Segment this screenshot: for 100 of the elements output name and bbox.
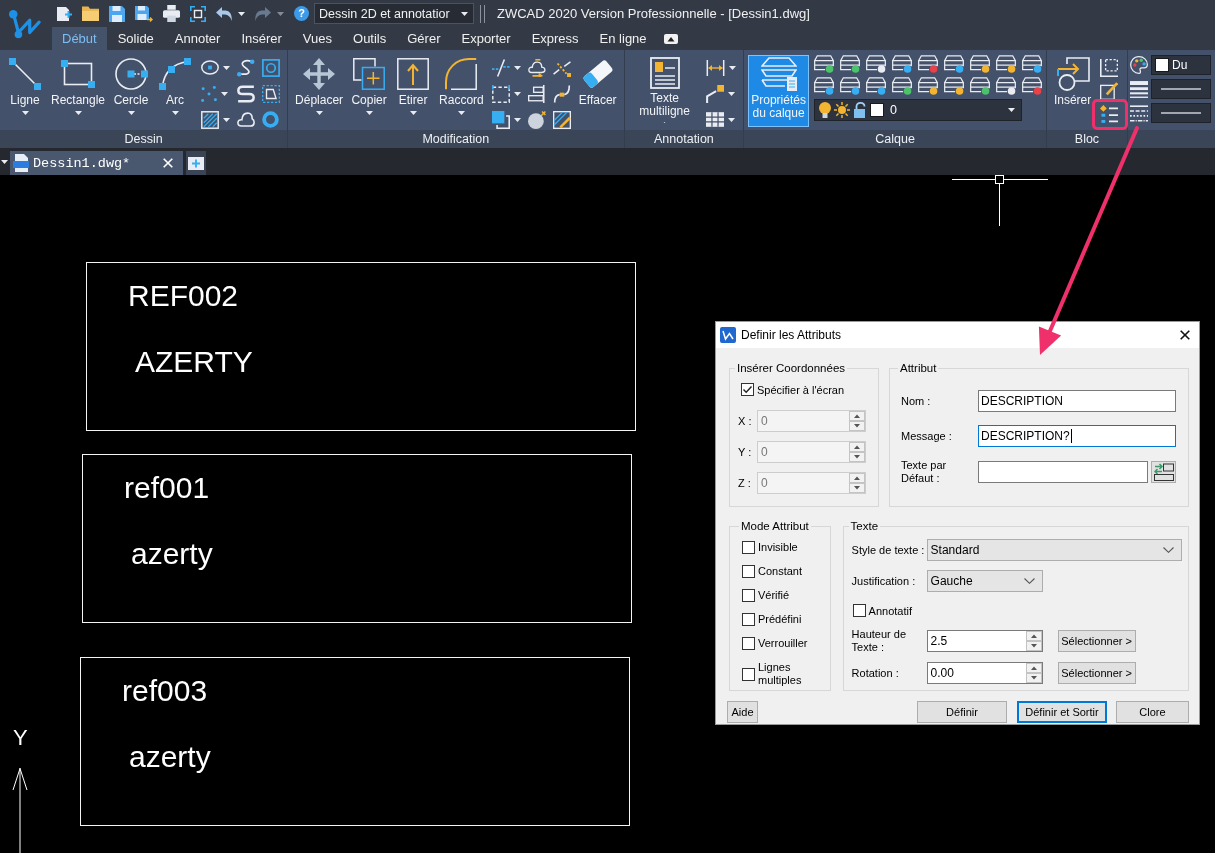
attribute-list-button[interactable]: [1092, 98, 1129, 130]
layer-tool-button[interactable]: [891, 55, 912, 73]
ribbon-button[interactable]: Arc: [154, 55, 197, 127]
checkbox[interactable]: [742, 667, 755, 681]
ribbon-button[interactable]: Insérer: [1050, 55, 1095, 127]
checkbox[interactable]: [741, 383, 754, 396]
linetype-icon[interactable]: [1130, 104, 1148, 122]
points-button[interactable]: [201, 85, 229, 102]
layer-tool-button[interactable]: [865, 55, 886, 73]
new-tab-button[interactable]: [186, 151, 206, 175]
dropdown[interactable]: Standard: [926, 539, 1182, 561]
dimension-button[interactable]: [705, 59, 736, 76]
cloud-button[interactable]: [237, 112, 256, 127]
dropdown[interactable]: Gauche: [926, 570, 1043, 592]
ribbon-tab[interactable]: Début: [52, 27, 107, 50]
checkbox[interactable]: [742, 613, 755, 626]
layer-tool-button[interactable]: [813, 55, 834, 73]
leader-button[interactable]: [705, 84, 735, 103]
hatch-edit-button[interactable]: [552, 110, 571, 129]
layer-tool-button[interactable]: [995, 55, 1016, 73]
layer-tool-button[interactable]: [943, 55, 964, 73]
dialog-button[interactable]: Aide: [727, 701, 758, 723]
ellipse-button[interactable]: [201, 60, 231, 75]
checkbox[interactable]: [852, 604, 866, 617]
print-button[interactable]: [163, 5, 180, 22]
trim-line-button[interactable]: [491, 58, 521, 77]
spline-button[interactable]: [237, 58, 256, 77]
checkbox[interactable]: [742, 541, 755, 554]
ribbon-tab[interactable]: Express: [521, 27, 589, 50]
layer-dropdown[interactable]: 0: [813, 99, 1022, 121]
dashed-rectangle-button[interactable]: [491, 84, 521, 103]
checkbox[interactable]: [742, 589, 755, 602]
ribbon-tab[interactable]: En ligne: [589, 27, 657, 50]
palette-icon[interactable]: [1130, 56, 1148, 74]
block-create-button[interactable]: [1100, 58, 1119, 77]
ribbon-button[interactable]: Effacer: [575, 55, 620, 127]
save-as-button[interactable]: [135, 5, 153, 22]
workspace-dropdown[interactable]: Dessin 2D et annotatior: [314, 3, 474, 24]
ribbon-button[interactable]: Raccord: [436, 55, 487, 127]
ribbon-button[interactable]: Cercle: [110, 55, 153, 127]
bomb-button[interactable]: [527, 110, 546, 129]
ribbon-button[interactable]: Etirer: [392, 55, 435, 127]
hatch-square-button[interactable]: [201, 110, 231, 129]
line-style-dropdown[interactable]: [1151, 103, 1211, 123]
ribbon-tab[interactable]: Outils: [343, 27, 397, 50]
layer-tool-button[interactable]: [839, 77, 860, 95]
region-square-button[interactable]: [262, 58, 281, 77]
select-button[interactable]: Sélectionner >: [1057, 662, 1136, 684]
polyline-button[interactable]: [237, 84, 256, 103]
ribbon-tab[interactable]: Insérer: [231, 27, 292, 50]
ribbon-button[interactable]: Déplacer: [292, 55, 347, 127]
close-icon[interactable]: [1180, 330, 1190, 340]
layer-tool-button[interactable]: [1021, 77, 1042, 95]
layer-tool-button[interactable]: [1021, 55, 1042, 73]
join-curves-button[interactable]: [552, 84, 571, 103]
layer-tool-button[interactable]: [917, 55, 938, 73]
checkbox[interactable]: [742, 565, 755, 578]
layer-tool-button[interactable]: [943, 77, 964, 95]
dialog-button[interactable]: Définir et Sortir: [1017, 701, 1107, 723]
text-field[interactable]: DESCRIPTION: [978, 390, 1176, 412]
checkbox[interactable]: [742, 637, 755, 650]
text-field[interactable]: [978, 461, 1148, 483]
layer-tool-button[interactable]: [917, 77, 938, 95]
layer-tool-button[interactable]: [969, 77, 990, 95]
boundary-button[interactable]: [262, 84, 281, 103]
layer-tool-button[interactable]: [813, 77, 834, 95]
open-button[interactable]: [82, 6, 99, 21]
offset-cloud-button[interactable]: [527, 58, 546, 77]
donut-ring-button[interactable]: [262, 111, 280, 128]
overlapping-squares-button[interactable]: [491, 110, 521, 129]
ribbon-button[interactable]: Rectangle: [48, 55, 109, 127]
new-file-button[interactable]: [56, 5, 72, 22]
undo-button[interactable]: [216, 6, 245, 21]
layer-tool-button[interactable]: [839, 55, 860, 73]
document-tab[interactable]: Dessin1.dwg*: [10, 151, 183, 175]
ribbon-tab[interactable]: Exporter: [451, 27, 521, 50]
text-field[interactable]: DESCRIPTION?: [978, 425, 1176, 447]
number-field[interactable]: 0.00: [926, 662, 1043, 684]
table-button[interactable]: [705, 112, 735, 127]
ribbon-tab[interactable]: Vues: [292, 27, 342, 50]
align-bars-button[interactable]: [527, 84, 546, 103]
lineweight-icon[interactable]: [1130, 80, 1148, 98]
layer-tool-button[interactable]: [891, 77, 912, 95]
caret-icon[interactable]: [1, 159, 8, 164]
layer-tool-button[interactable]: [969, 55, 990, 73]
color-dropdown[interactable]: Du: [1151, 55, 1211, 75]
insert-field-button[interactable]: [1151, 461, 1176, 483]
dialog-button[interactable]: Clore: [1116, 701, 1189, 723]
select-button[interactable]: Sélectionner >: [1057, 630, 1136, 652]
dialog-button[interactable]: Définir: [917, 701, 1007, 723]
number-field[interactable]: 2.5: [926, 630, 1043, 652]
ribbon-button[interactable]: Ligne: [4, 55, 46, 127]
ribbon-tab[interactable]: Gérer: [397, 27, 451, 50]
layer-tool-button[interactable]: [995, 77, 1016, 95]
ribbon-tab[interactable]: Annoter: [164, 27, 231, 50]
block-edit-button[interactable]: [1100, 81, 1119, 100]
save-button[interactable]: [109, 5, 125, 22]
ribbon-button[interactable]: Copier: [348, 55, 391, 127]
layer-tool-button[interactable]: [865, 77, 886, 95]
ribbon-tab[interactable]: Solide: [107, 27, 164, 50]
